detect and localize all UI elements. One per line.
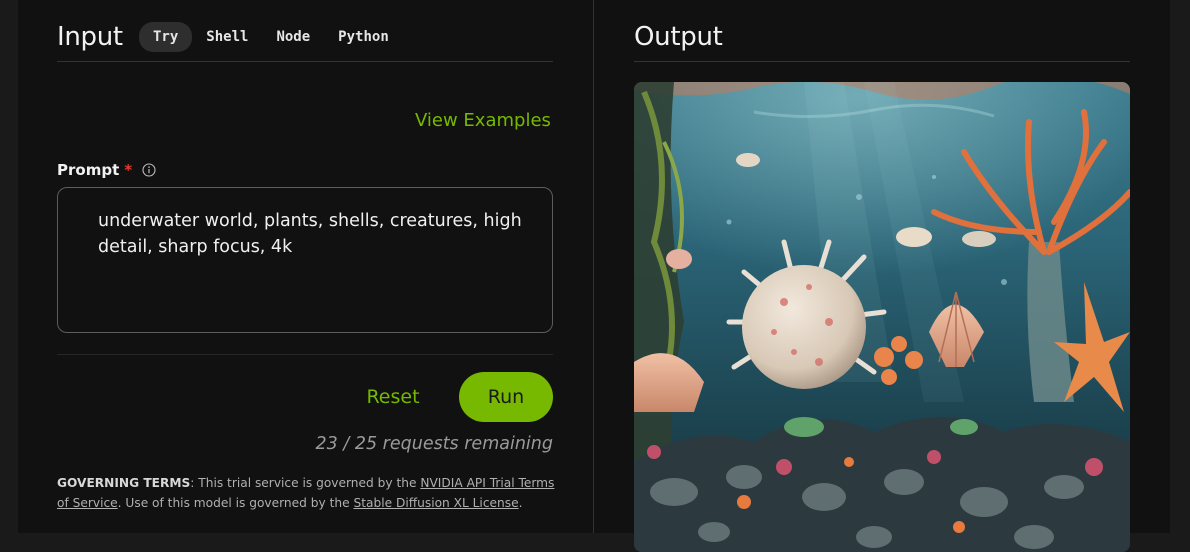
prompt-input[interactable]: underwater world, plants, shells, creatu… bbox=[57, 187, 553, 333]
tab-node[interactable]: Node bbox=[262, 22, 324, 52]
required-marker: * bbox=[124, 161, 133, 179]
sdxl-license-link[interactable]: Stable Diffusion XL License bbox=[353, 496, 518, 510]
underwater-scene-image bbox=[634, 82, 1130, 552]
tab-try[interactable]: Try bbox=[139, 22, 193, 52]
info-icon[interactable] bbox=[142, 163, 156, 177]
terms-heading: GOVERNING TERMS bbox=[57, 476, 191, 490]
reset-button[interactable]: Reset bbox=[348, 376, 438, 418]
input-title: Input bbox=[57, 22, 123, 52]
run-button[interactable]: Run bbox=[459, 372, 553, 422]
prompt-label-text: Prompt bbox=[57, 161, 120, 179]
prompt-divider bbox=[57, 354, 553, 355]
generated-image[interactable] bbox=[634, 82, 1130, 552]
panel-divider bbox=[593, 0, 594, 533]
terms-text-1: : This trial service is governed by the bbox=[190, 476, 421, 490]
view-examples-link[interactable]: View Examples bbox=[415, 110, 551, 131]
terms-text-2: . Use of this model is governed by the bbox=[117, 495, 354, 510]
input-header-divider bbox=[57, 61, 553, 62]
tab-python[interactable]: Python bbox=[324, 22, 403, 52]
output-header-divider bbox=[634, 61, 1130, 62]
tab-shell[interactable]: Shell bbox=[192, 22, 262, 52]
governing-terms: GOVERNING TERMS: This trial service is g… bbox=[57, 474, 557, 513]
prompt-label: Prompt * bbox=[57, 161, 156, 179]
terms-text-3: . bbox=[518, 495, 523, 510]
code-tabs: Try Shell Node Python bbox=[139, 22, 403, 52]
output-title: Output bbox=[634, 22, 723, 52]
requests-remaining: 23 / 25 requests remaining bbox=[315, 434, 553, 454]
